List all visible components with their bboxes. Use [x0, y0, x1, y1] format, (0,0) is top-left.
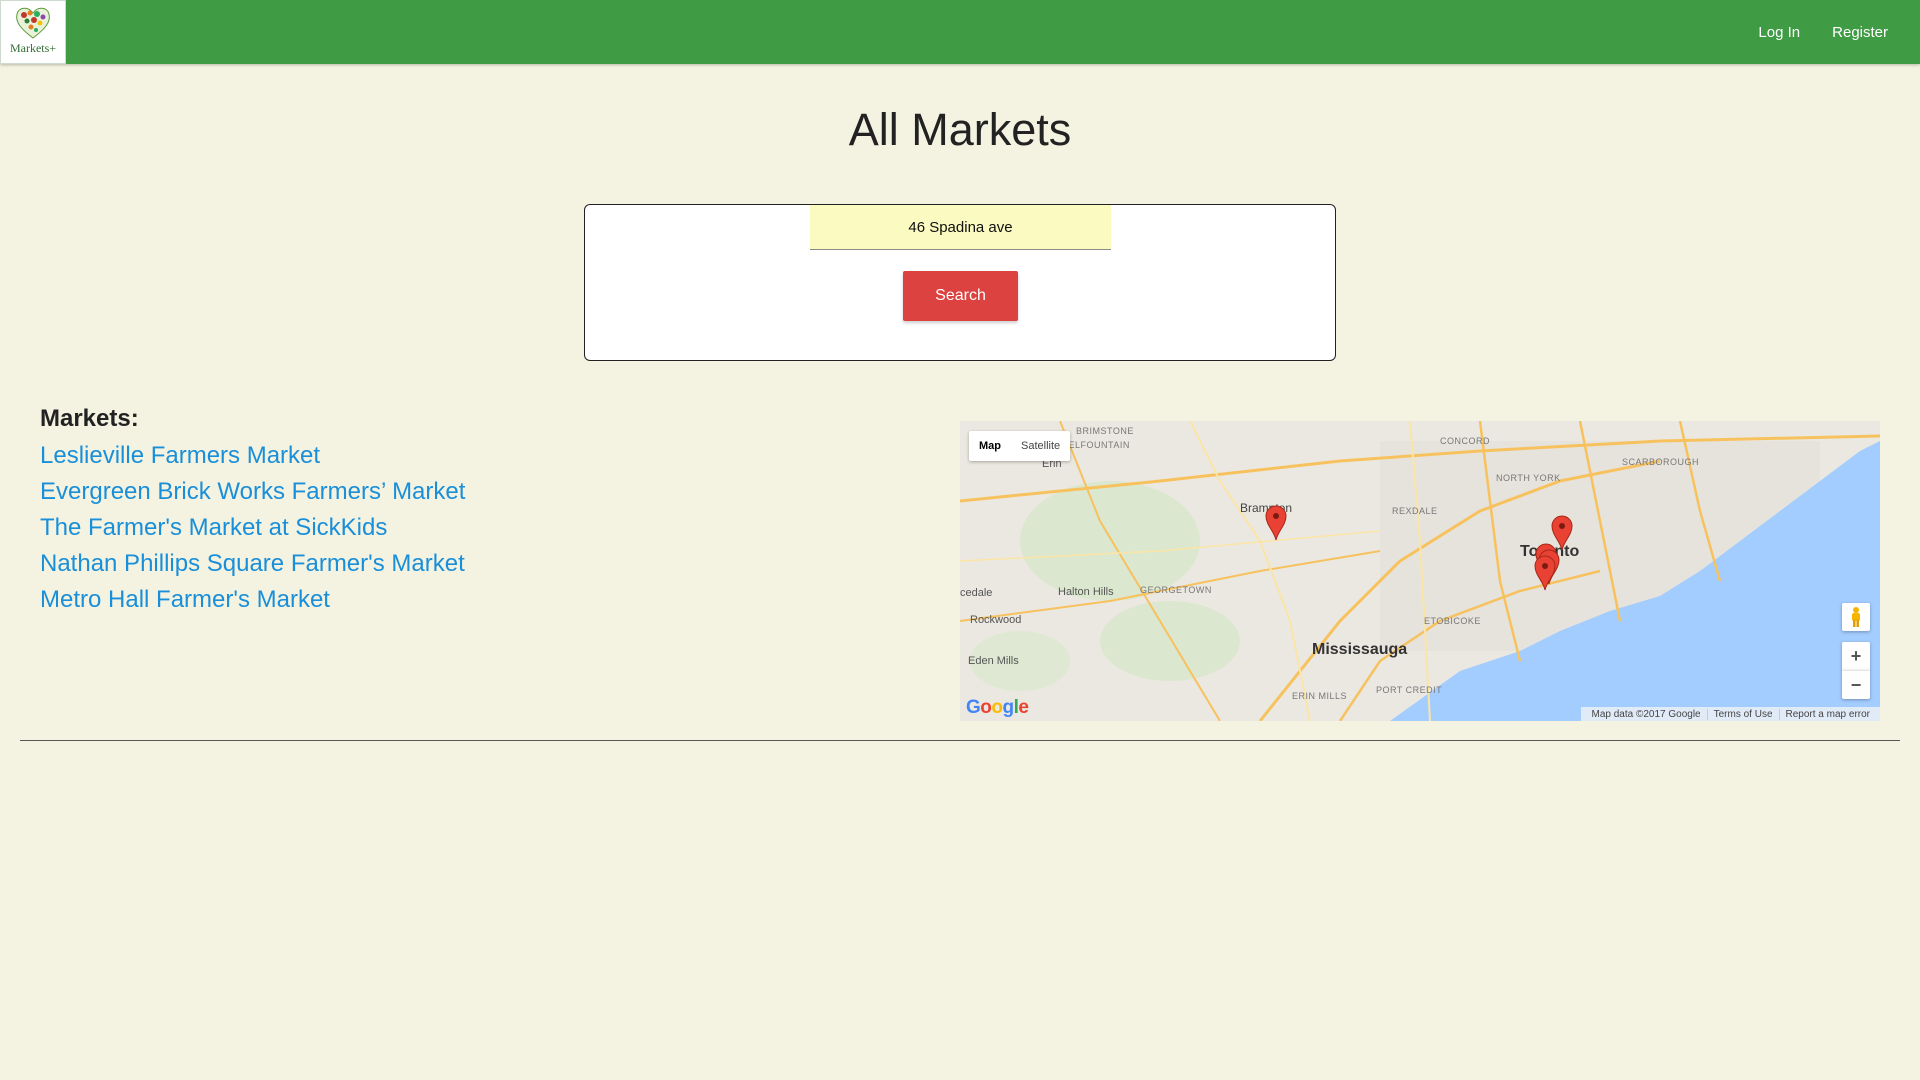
search-card: Search — [584, 204, 1336, 361]
map-label-mississauga: Mississauga — [1312, 641, 1408, 658]
market-link-metro-hall[interactable]: Metro Hall Farmer's Market — [40, 586, 330, 613]
markets-list: Leslieville Farmers Market Evergreen Bri… — [40, 438, 465, 618]
map-label-halton-hills: Halton Hills — [1058, 586, 1114, 598]
map-label-erin-mills: ERIN MILLS — [1292, 691, 1348, 701]
market-link-sickkids[interactable]: The Farmer's Market at SickKids — [40, 514, 387, 541]
map-label-rexdale: REXDALE — [1392, 506, 1438, 516]
map-type-map-button[interactable]: Map — [969, 431, 1011, 461]
map-label-north-york: NORTH YORK — [1496, 473, 1561, 483]
map-type-satellite-button[interactable]: Satellite — [1011, 431, 1070, 461]
list-item: Leslieville Farmers Market — [40, 438, 465, 474]
top-navbar: Markets+ Log In Register — [0, 0, 1920, 64]
zoom-out-button[interactable]: − — [1842, 670, 1870, 699]
market-link-evergreen[interactable]: Evergreen Brick Works Farmers’ Market — [40, 478, 465, 505]
street-view-pegman-icon[interactable] — [1842, 603, 1870, 631]
map-label-rockwood: Rockwood — [970, 614, 1022, 626]
market-pin-icon[interactable] — [1534, 555, 1556, 591]
map-footer: Map data ©2017 Google Terms of Use Repor… — [1581, 707, 1880, 721]
footer-divider — [20, 740, 1900, 741]
register-link[interactable]: Register — [1832, 24, 1888, 41]
page-title: All Markets — [848, 104, 1072, 155]
map-label-georgetown: GEORGETOWN — [1140, 585, 1212, 595]
map-tiles — [960, 421, 1880, 721]
markets-heading: Markets: — [40, 405, 139, 432]
google-logo: Google — [966, 697, 1029, 718]
zoom-in-button[interactable]: + — [1842, 642, 1870, 670]
map-label-cedale: cedale — [960, 587, 993, 599]
map-type-control: Map Satellite — [969, 431, 1071, 461]
logo-text: Markets+ — [9, 41, 57, 55]
map-report-error-link[interactable]: Report a map error — [1778, 708, 1876, 720]
map-terms-link[interactable]: Terms of Use — [1706, 708, 1779, 720]
market-pin-icon[interactable] — [1265, 505, 1287, 541]
map-label-port-credit: PORT CREDIT — [1376, 685, 1443, 695]
market-link-leslieville[interactable]: Leslieville Farmers Market — [40, 442, 320, 469]
login-link[interactable]: Log In — [1758, 24, 1800, 41]
heart-produce-icon — [16, 7, 50, 39]
markets-plus-logo[interactable]: Markets+ — [0, 0, 66, 64]
markets-map[interactable]: Toronto Mississauga Brampton Halton Hill… — [960, 421, 1880, 721]
list-item: The Farmer's Market at SickKids — [40, 510, 465, 546]
map-attribution: Map data ©2017 Google — [1591, 708, 1701, 720]
list-item: Metro Hall Farmer's Market — [40, 582, 465, 618]
list-item: Evergreen Brick Works Farmers’ Market — [40, 474, 465, 510]
address-search-input[interactable] — [810, 205, 1111, 250]
map-label-concord: CONCORD — [1440, 436, 1490, 446]
map-label-etobicoke: ETOBICOKE — [1424, 616, 1481, 626]
map-label-eden-mills: Eden Mills — [968, 655, 1019, 667]
search-button[interactable]: Search — [903, 271, 1018, 321]
nav-links: Log In Register — [1726, 0, 1888, 64]
list-item: Nathan Phillips Square Farmer's Market — [40, 546, 465, 582]
map-label-scarborough: SCARBOROUGH — [1622, 457, 1700, 467]
map-label-brimstone: BRIMSTONE — [1076, 426, 1134, 436]
market-link-nathan-phillips[interactable]: Nathan Phillips Square Farmer's Market — [40, 550, 465, 577]
map-label-belfountain: BELFOUNTAIN — [1062, 440, 1130, 450]
